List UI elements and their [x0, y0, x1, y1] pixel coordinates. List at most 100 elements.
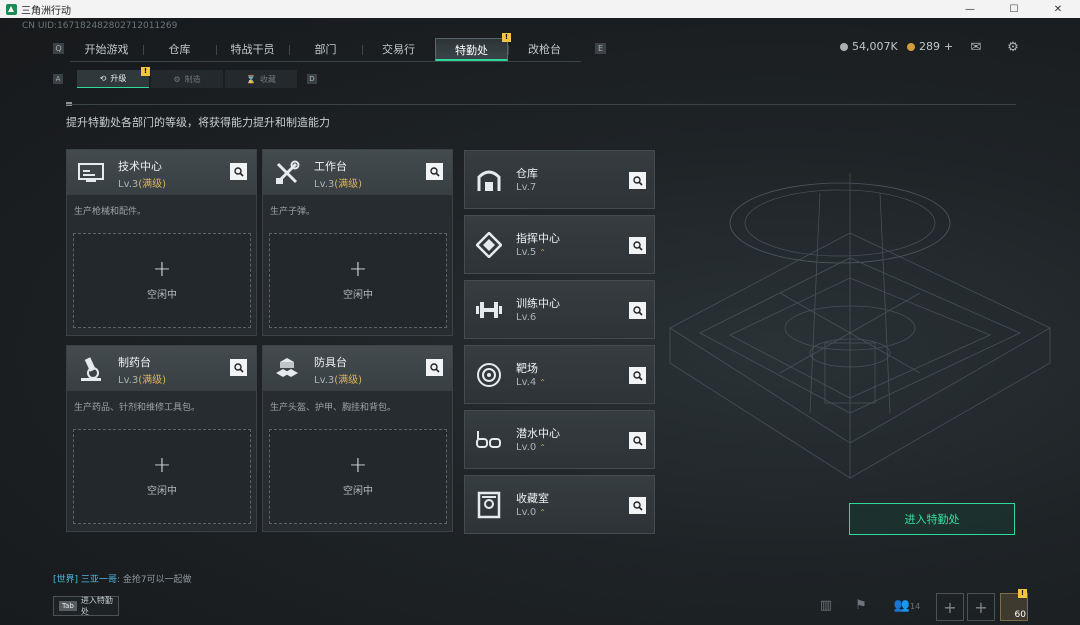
chat-sender: 三亚一哥	[80, 575, 117, 585]
card-header: 制药台 Lv.3(满级)	[67, 346, 256, 391]
facility-card-warehouse[interactable]: 仓库 Lv.7	[464, 150, 655, 209]
nav-prev-key[interactable]: Q	[53, 43, 64, 54]
facility-card-command-center[interactable]: 指挥中心 Lv.5 ⌃	[464, 215, 655, 274]
upgrade-arrow-icon: ⌃	[539, 248, 546, 257]
tab-warehouse[interactable]: 仓库	[143, 38, 216, 61]
search-icon[interactable]	[426, 359, 443, 376]
card-name: 潜水中心	[516, 427, 560, 440]
card-name: 指挥中心	[516, 232, 560, 245]
facility-card-training-center[interactable]: 训练中心 Lv.6	[464, 280, 655, 339]
gold-currency[interactable]: 289 +	[907, 40, 953, 53]
tab-shortcut-hint[interactable]: Tab 进入特勤处	[53, 596, 119, 616]
search-icon[interactable]	[629, 497, 646, 514]
enter-special-ops-button[interactable]: 进入特勤处	[849, 503, 1015, 535]
card-level: Lv.3(满级)	[314, 371, 362, 386]
tab-start-game[interactable]: 开始游戏	[70, 38, 143, 61]
card-level: Lv.3(满级)	[314, 175, 362, 190]
card-level: Lv.7	[516, 182, 537, 193]
facility-card-diving-center[interactable]: 潜水中心 Lv.0 ⌃	[464, 410, 655, 469]
search-icon[interactable]	[230, 359, 247, 376]
add-teammate-slot[interactable]: +	[967, 593, 995, 621]
tab-department[interactable]: 部门	[289, 38, 362, 61]
subtab-craft[interactable]: ⚙ 制造	[151, 70, 223, 88]
plus-icon: +	[348, 453, 368, 478]
flag-icon[interactable]: ⚑	[851, 596, 871, 616]
add-currency-button[interactable]: +	[944, 40, 953, 53]
settings-gear-icon[interactable]: ⚙	[1005, 40, 1021, 56]
friends-count: 14	[910, 602, 921, 611]
card-name: 工作台	[314, 160, 347, 173]
tab-special-ops[interactable]: 特勤处	[435, 38, 508, 61]
search-icon[interactable]	[629, 237, 646, 254]
facility-card-shooting-range[interactable]: 靶场 Lv.4 ⌃	[464, 345, 655, 404]
search-icon[interactable]	[629, 172, 646, 189]
level-value: Lv.0	[516, 507, 537, 518]
add-teammate-slot[interactable]: +	[936, 593, 964, 621]
collection-icon	[472, 488, 506, 522]
subtab-collect-label: 收藏	[259, 74, 276, 84]
command-icon	[472, 228, 506, 262]
level-value: Lv.3	[314, 179, 335, 190]
search-icon[interactable]	[629, 367, 646, 384]
upgrade-arrow-icon: ⌃	[539, 443, 546, 452]
close-button[interactable]: ✕	[1036, 0, 1080, 18]
slot-status: 空闲中	[343, 290, 373, 301]
base-wireframe-illustration	[669, 173, 1051, 479]
facility-card-tech-center[interactable]: 技术中心 Lv.3(满级) 生产枪械和配件。 + 空闲中	[66, 149, 257, 336]
nav-next-key[interactable]: E	[595, 43, 606, 54]
minimize-button[interactable]: —	[948, 0, 992, 18]
dumbbell-icon	[472, 293, 506, 327]
production-slot[interactable]: + 空闲中	[73, 429, 251, 524]
search-icon[interactable]	[230, 163, 247, 180]
subnav-next-key[interactable]: D	[307, 74, 317, 84]
card-header: 防具台 Lv.3(满级)	[263, 346, 452, 391]
slot-status: 空闲中	[147, 290, 177, 301]
card-name: 防具台	[314, 356, 347, 369]
subtab-upgrade[interactable]: ⟲ 升级	[77, 70, 149, 88]
facility-card-collection-room[interactable]: 收藏室 Lv.0 ⌃	[464, 475, 655, 534]
level-value: Lv.3	[118, 375, 139, 386]
production-slot[interactable]: + 空闲中	[269, 429, 447, 524]
diving-mask-icon	[472, 423, 506, 457]
facility-card-pharmacy[interactable]: 制药台 Lv.3(满级) 生产药品、针剂和维修工具包。 + 空闲中	[66, 345, 257, 532]
window-controls: — ☐ ✕	[948, 0, 1080, 18]
warehouse-icon	[472, 163, 506, 197]
stats-chart-icon[interactable]: ▥	[816, 596, 836, 616]
production-slot[interactable]: + 空闲中	[73, 233, 251, 328]
divider	[66, 104, 1016, 105]
tab-gunsmith[interactable]: 改枪台	[508, 38, 581, 61]
plus-icon: +	[348, 257, 368, 282]
tab-operators[interactable]: 特战干员	[216, 38, 289, 61]
tab-trading[interactable]: 交易行	[362, 38, 435, 61]
upgrade-arrow-icon: ⌃	[539, 378, 546, 387]
tools-icon	[269, 155, 305, 191]
cubes-icon	[269, 351, 305, 387]
max-level-tag: (满级)	[334, 375, 363, 386]
card-name: 仓库	[516, 167, 538, 180]
card-description: 生产枪械和配件。	[74, 207, 147, 217]
card-description: 生产药品、针剂和维修工具包。	[74, 403, 201, 413]
facility-card-armor-bench[interactable]: 防具台 Lv.3(满级) 生产头盔、护甲、胸挂和背包。 + 空闲中	[262, 345, 453, 532]
chat-message[interactable]: [世界] 三亚一哥: 金抢7可以一起做	[53, 572, 192, 585]
search-icon[interactable]	[629, 432, 646, 449]
mail-icon[interactable]: ✉	[968, 40, 984, 56]
card-name: 训练中心	[516, 297, 560, 310]
window-title: 三角洲行动	[21, 5, 71, 17]
level-value: Lv.3	[118, 179, 139, 190]
card-header: 工作台 Lv.3(满级)	[263, 150, 452, 195]
subtab-upgrade-label: 升级	[110, 74, 127, 83]
card-description: 生产子弹。	[270, 207, 316, 217]
craft-icon: ⚙	[173, 74, 181, 84]
subnav-prev-key[interactable]: A	[53, 74, 63, 84]
card-level: Lv.3(满级)	[118, 175, 166, 190]
card-level: Lv.0 ⌃	[516, 507, 546, 518]
level-value: Lv.3	[314, 375, 335, 386]
search-icon[interactable]	[426, 163, 443, 180]
maximize-button[interactable]: ☐	[992, 0, 1036, 18]
subtab-craft-label: 制造	[184, 74, 201, 84]
search-icon[interactable]	[629, 302, 646, 319]
production-slot[interactable]: + 空闲中	[269, 233, 447, 328]
subtab-collect[interactable]: ⌛ 收藏	[225, 70, 297, 88]
friends-icon[interactable]: 👥14	[890, 596, 924, 616]
facility-card-workbench[interactable]: 工作台 Lv.3(满级) 生产子弹。 + 空闲中	[262, 149, 453, 336]
